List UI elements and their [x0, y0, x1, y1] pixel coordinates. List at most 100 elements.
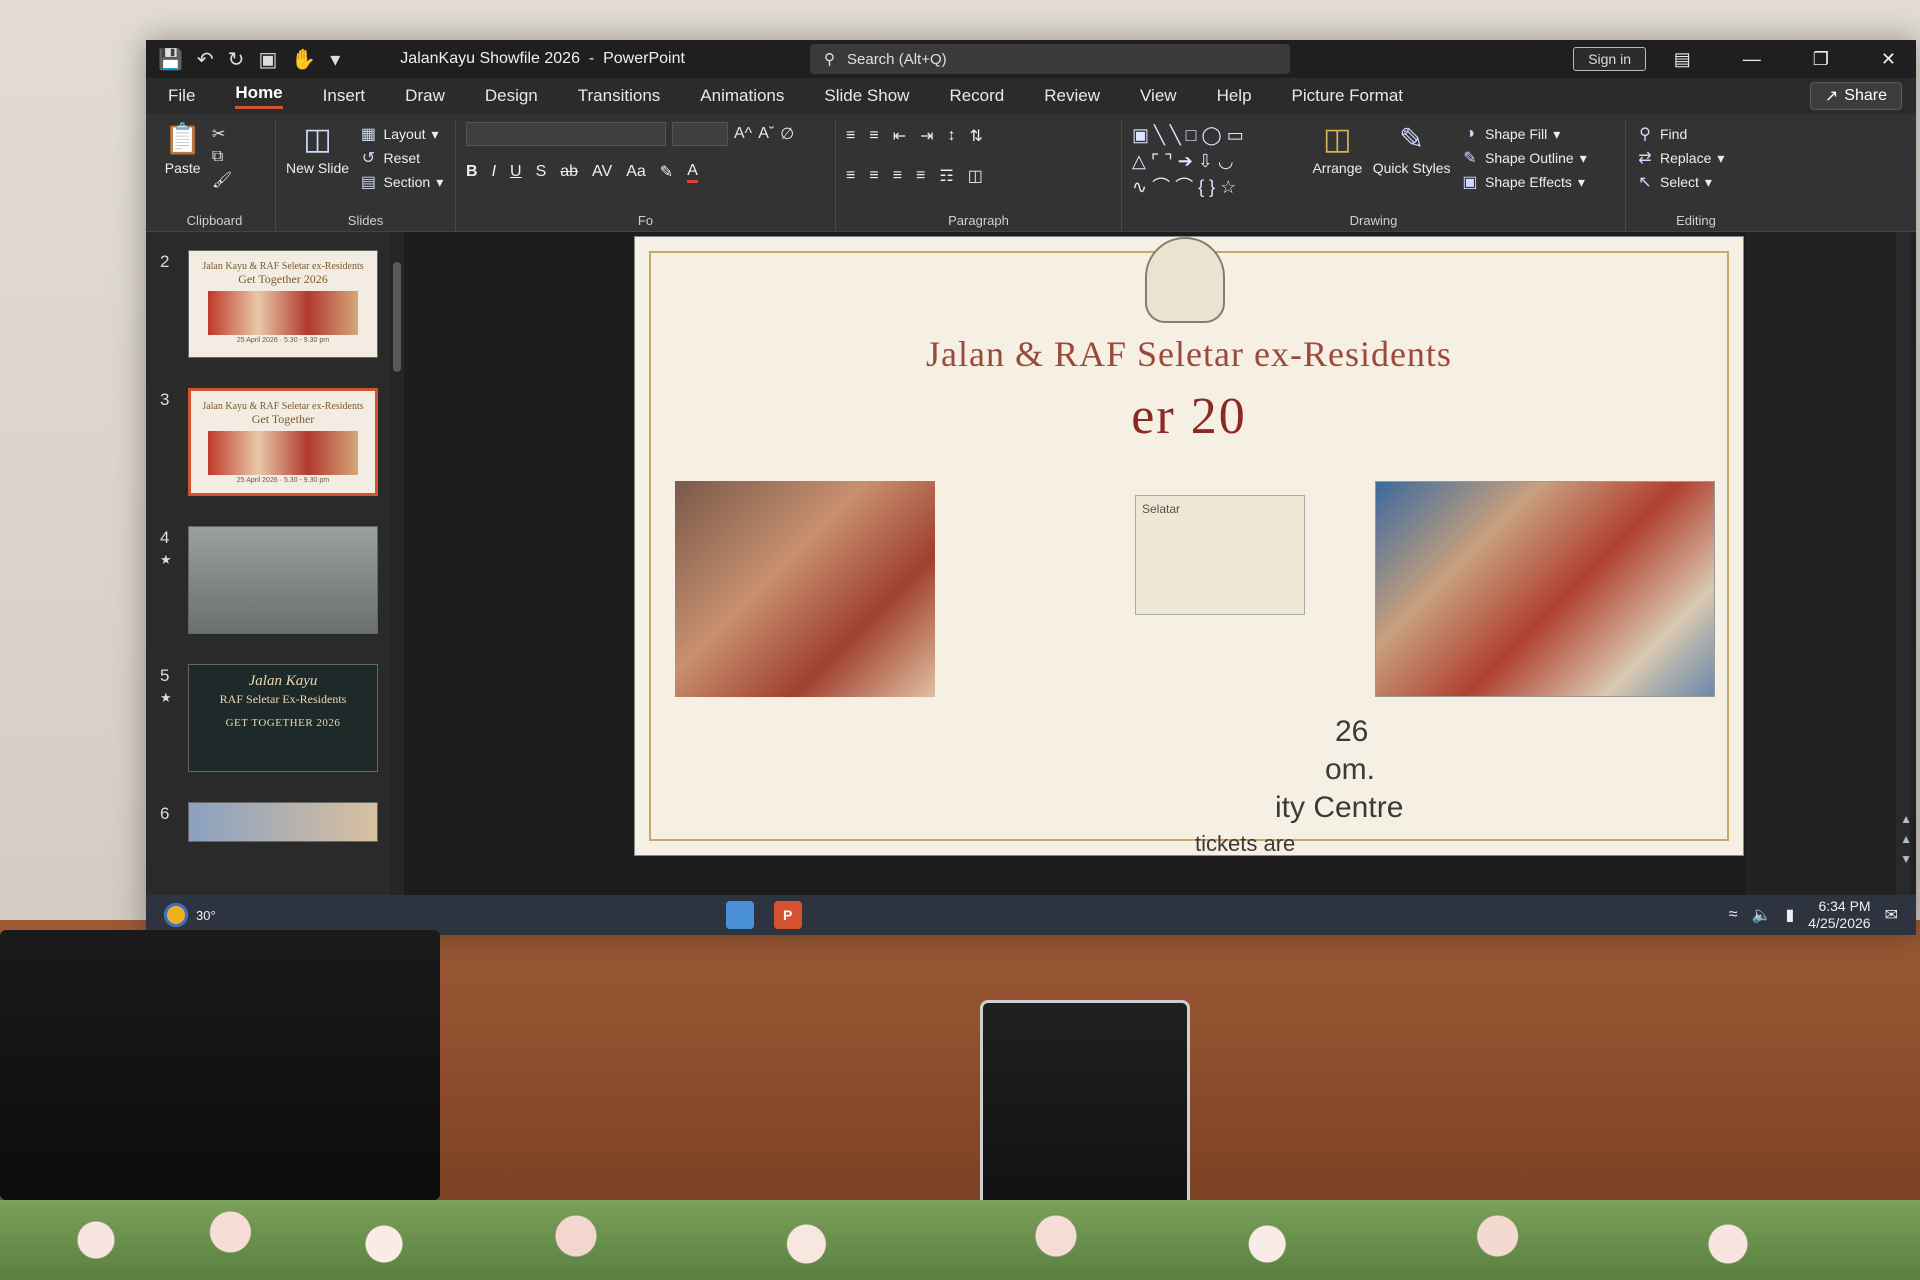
- clear-format-icon[interactable]: ∅: [780, 124, 794, 144]
- char-spacing-button[interactable]: AV: [592, 163, 612, 181]
- format-painter-icon[interactable]: 🖌: [212, 170, 232, 190]
- shape-effects-button[interactable]: ▣ Shape Effects ▾: [1461, 170, 1587, 194]
- close-icon[interactable]: ✕: [1881, 49, 1896, 70]
- new-slide-button[interactable]: ◫ New Slide: [286, 122, 349, 176]
- weather-icon: [164, 903, 188, 927]
- italic-button[interactable]: I: [492, 163, 496, 181]
- previous-slide-icon[interactable]: ▲: [1900, 832, 1912, 846]
- align-left-icon[interactable]: ≡: [846, 167, 855, 185]
- justify-icon[interactable]: ≡: [916, 167, 925, 185]
- font-color-icon[interactable]: A: [687, 162, 698, 183]
- align-right-icon[interactable]: ≡: [893, 167, 902, 185]
- clipboard-label: Clipboard: [186, 213, 243, 228]
- change-case-button[interactable]: Aa: [626, 163, 646, 181]
- tab-record[interactable]: Record: [949, 86, 1004, 106]
- tab-view[interactable]: View: [1140, 86, 1177, 106]
- tab-home[interactable]: Home: [235, 83, 283, 109]
- ribbon-display-icon[interactable]: ▤: [1674, 49, 1691, 70]
- line-spacing-icon[interactable]: ↕: [948, 127, 956, 145]
- highlight-icon[interactable]: ✎: [660, 162, 673, 182]
- thumbnails-scroll-thumb[interactable]: [393, 262, 401, 372]
- weather-widget[interactable]: 30°: [164, 903, 216, 927]
- document-title: JalanKayu Showfile 2026 - PowerPoint: [400, 50, 685, 67]
- arrange-button[interactable]: ◫ Arrange: [1312, 122, 1362, 176]
- shadow-button[interactable]: S: [536, 163, 547, 181]
- select-button[interactable]: ↖ Select ▾: [1636, 170, 1756, 194]
- underline-button[interactable]: U: [510, 163, 522, 181]
- text-direction-icon[interactable]: ⇅: [970, 126, 983, 146]
- bold-button[interactable]: B: [466, 163, 478, 181]
- next-slide-icon[interactable]: ▼: [1900, 852, 1912, 866]
- search-placeholder: Search (Alt+Q): [847, 50, 947, 68]
- slides-group: ◫ New Slide ▦ Layout ▾ ↺ Reset ▤ Section ▾ …: [276, 120, 456, 232]
- volume-icon[interactable]: 🔈: [1752, 905, 1772, 925]
- slide-text-line: om.: [1325, 753, 1376, 786]
- grow-font-button[interactable]: A^: [734, 125, 752, 143]
- quick-styles-button[interactable]: ✎ Quick Styles: [1373, 122, 1451, 176]
- slide-scrollbar[interactable]: [1896, 232, 1910, 895]
- slide-title: Jalan & RAF Seletar ex-Residents: [926, 334, 1452, 374]
- tab-review[interactable]: Review: [1044, 86, 1100, 106]
- tab-help[interactable]: Help: [1217, 86, 1252, 106]
- search-input[interactable]: ⚲ Search (Alt+Q): [810, 44, 1290, 74]
- restore-icon[interactable]: ❐: [1813, 49, 1829, 70]
- thumbnail-slide[interactable]: 5 ★ Jalan Kayu RAF Seletar Ex-Residents …: [146, 660, 396, 780]
- shrink-font-button[interactable]: Aˇ: [758, 125, 774, 143]
- wifi-icon[interactable]: ≈: [1729, 906, 1738, 924]
- shape-outline-button[interactable]: ✎ Shape Outline ▾: [1461, 146, 1586, 170]
- reset-button[interactable]: ↺ Reset: [359, 146, 443, 170]
- quick-styles-icon: ✎: [1399, 123, 1425, 156]
- find-button[interactable]: ⚲ Find: [1636, 122, 1756, 146]
- present-icon[interactable]: ▣: [258, 47, 277, 72]
- decrease-indent-icon[interactable]: ⇤: [893, 126, 906, 146]
- tab-transitions[interactable]: Transitions: [578, 86, 661, 106]
- scroll-up-icon[interactable]: ▲: [1900, 812, 1912, 826]
- touch-mode-icon[interactable]: ✋: [291, 47, 316, 72]
- paste-button[interactable]: 📋 Paste: [164, 122, 201, 176]
- tab-picture-format[interactable]: Picture Format: [1292, 86, 1403, 106]
- strikethrough-button[interactable]: ab: [560, 163, 578, 181]
- undo-icon[interactable]: ↶: [197, 47, 214, 72]
- tab-animations[interactable]: Animations: [700, 86, 784, 106]
- share-icon: ↗: [1824, 88, 1839, 105]
- tab-design[interactable]: Design: [485, 86, 538, 106]
- tab-slide-show[interactable]: Slide Show: [824, 86, 909, 106]
- font-size-input[interactable]: [672, 122, 728, 146]
- clock[interactable]: 6:34 PM 4/25/2026: [1808, 898, 1870, 932]
- thumbnail-slide[interactable]: 4 ★: [146, 522, 396, 642]
- slide-canvas[interactable]: Jalan & RAF Seletar ex-Residents er 20 S…: [634, 236, 1744, 856]
- shapes-gallery[interactable]: ▣ ╲ ╲ □ ◯ ▭ △ ⌜ ⌝ ➔ ⇩ ◡ ∿ ⌒ ⌒ { } ☆: [1132, 122, 1308, 200]
- copy-icon[interactable]: ⧉: [212, 148, 232, 166]
- save-icon[interactable]: 💾: [158, 47, 183, 72]
- layout-button[interactable]: ▦ Layout ▾: [359, 122, 443, 146]
- thumbnail-slide[interactable]: 2 Jalan Kayu & RAF Seletar ex-Residents …: [146, 246, 396, 366]
- share-button[interactable]: ↗ Share: [1809, 82, 1902, 110]
- increase-indent-icon[interactable]: ⇥: [920, 126, 933, 146]
- replace-button[interactable]: ⇄ Replace ▾: [1636, 146, 1756, 170]
- taskbar-apps: P: [725, 901, 802, 929]
- shape-fill-button[interactable]: ◑ Shape Fill ▾: [1461, 122, 1587, 146]
- customize-qat-icon[interactable]: ▾: [330, 47, 340, 72]
- minimize-icon[interactable]: —: [1743, 49, 1761, 70]
- align-center-icon[interactable]: ≡: [869, 167, 878, 185]
- redo-icon[interactable]: ↻: [228, 47, 245, 72]
- font-name-input[interactable]: [466, 122, 666, 146]
- tab-file[interactable]: File: [168, 86, 195, 106]
- tab-insert[interactable]: Insert: [323, 86, 366, 106]
- smartart-icon[interactable]: ◫: [968, 166, 983, 186]
- bullets-icon[interactable]: ≡: [846, 127, 855, 145]
- search-icon: ⚲: [824, 51, 835, 68]
- powerpoint-taskbar-icon[interactable]: P: [773, 901, 802, 929]
- numbering-icon[interactable]: ≡: [869, 127, 878, 145]
- slide-photo-right: [1375, 481, 1715, 697]
- sign-in-button[interactable]: Sign in: [1573, 47, 1646, 71]
- tab-draw[interactable]: Draw: [405, 86, 445, 106]
- section-button[interactable]: ▤ Section ▾: [359, 170, 443, 194]
- notification-icon[interactable]: ✉: [1885, 905, 1898, 925]
- battery-icon[interactable]: ▮: [1785, 905, 1794, 925]
- thumbnail-slide-selected[interactable]: 3 Jalan Kayu & RAF Seletar ex-Residents …: [146, 384, 396, 504]
- slide-text-line: 26: [1335, 715, 1369, 748]
- taskbar-app-icon[interactable]: [725, 901, 754, 929]
- cut-icon[interactable]: ✂: [212, 124, 232, 144]
- columns-icon[interactable]: ☶: [939, 166, 953, 186]
